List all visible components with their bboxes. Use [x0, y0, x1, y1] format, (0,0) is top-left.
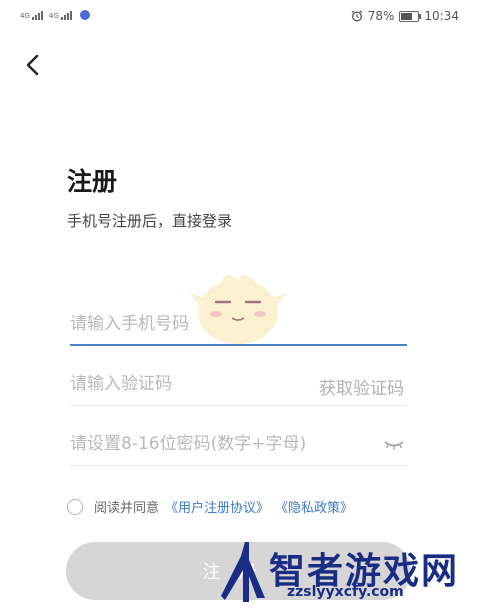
status-bar-left: 4G 4G: [20, 10, 90, 20]
eye-closed-icon[interactable]: [383, 440, 405, 450]
watermark-logo-icon: [221, 542, 265, 602]
password-field[interactable]: [70, 426, 407, 466]
alarm-icon: [351, 10, 363, 22]
user-agreement-link[interactable]: 《用户注册协议》: [165, 497, 269, 516]
password-input[interactable]: [70, 426, 370, 462]
back-button[interactable]: [22, 52, 46, 78]
site-watermark: 智者游戏网 zzslyyxcfy.com: [219, 540, 469, 608]
code-underline: [70, 405, 407, 406]
agreement-checkbox[interactable]: [67, 498, 83, 515]
battery-icon: [399, 10, 422, 22]
status-bar: 4G 4G 78% 10:34: [0, 0, 477, 34]
agreement-row: 阅读并同意 《用户注册协议》 《隐私政策》: [67, 497, 353, 516]
page-title: 注册: [67, 167, 118, 196]
status-time: 10:34: [424, 9, 459, 23]
page-subtitle: 手机号注册后，直接登录: [67, 212, 233, 230]
code-input[interactable]: [70, 366, 300, 402]
notification-dot-icon: [79, 10, 90, 20]
password-underline: [70, 465, 407, 466]
signal-4g-icon: 4G: [20, 11, 43, 20]
signal-4g-icon: 4G: [49, 11, 72, 20]
get-code-button[interactable]: 获取验证码: [319, 374, 404, 399]
status-bar-right: 78% 10:34: [351, 9, 459, 23]
agreement-prefix: 阅读并同意: [94, 501, 160, 516]
battery-fill: [401, 12, 413, 20]
code-field[interactable]: 获取验证码: [70, 366, 407, 406]
signal-label: 4G: [48, 12, 59, 20]
battery-percent: 78%: [367, 9, 395, 23]
signal-label: 4G: [20, 12, 30, 20]
chevron-left-icon: [26, 54, 39, 76]
mascot-watermark-image: [188, 274, 288, 344]
watermark-url: zzslyyxcfy.com: [287, 584, 404, 600]
privacy-policy-link[interactable]: 《隐私政策》: [275, 497, 353, 516]
